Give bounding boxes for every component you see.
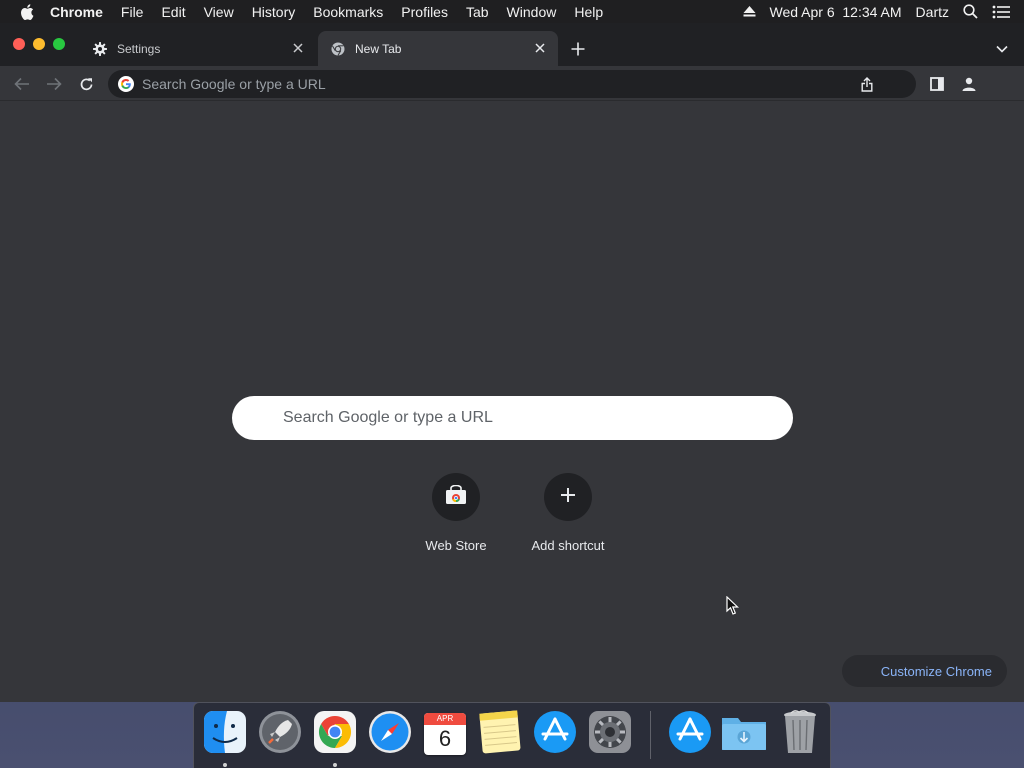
app-store-icon	[668, 710, 712, 759]
new-tab-button[interactable]	[568, 39, 588, 59]
control-center-icon[interactable]	[992, 5, 1010, 19]
dock-calendar[interactable]: APR 6	[422, 711, 468, 757]
dock-app-store-2[interactable]	[667, 710, 713, 759]
ntp-search-input[interactable]	[283, 409, 793, 427]
menu-edit[interactable]: Edit	[161, 4, 185, 20]
dock-separator	[650, 711, 651, 759]
forward-button[interactable]	[43, 73, 65, 95]
chrome-icon	[313, 710, 357, 759]
web-store-icon	[445, 484, 467, 510]
menu-window[interactable]: Window	[507, 4, 557, 20]
menu-bookmarks[interactable]: Bookmarks	[313, 4, 383, 20]
window-close-button[interactable]	[13, 38, 25, 50]
dock-notes[interactable]	[477, 709, 523, 759]
menu-file[interactable]: File	[121, 4, 144, 20]
profile-avatar-icon[interactable]	[958, 73, 980, 95]
apple-menu-icon[interactable]	[20, 3, 34, 20]
shortcut-web-store[interactable]: Web Store	[400, 473, 512, 563]
chrome-icon	[330, 41, 346, 57]
ntp-search-box[interactable]	[232, 396, 793, 440]
back-button[interactable]	[11, 73, 33, 95]
dock-safari[interactable]	[367, 710, 413, 759]
shortcut-label: Web Store	[425, 538, 487, 553]
share-icon[interactable]	[858, 75, 876, 93]
close-tab-icon[interactable]	[532, 40, 548, 56]
menu-profiles[interactable]: Profiles	[401, 4, 448, 20]
reload-button[interactable]	[75, 73, 97, 95]
window-minimize-button[interactable]	[33, 38, 45, 50]
dock-chrome[interactable]	[312, 710, 358, 759]
omnibox[interactable]	[108, 70, 916, 98]
omnibox-input[interactable]	[142, 76, 858, 92]
shortcut-add[interactable]: Add shortcut	[512, 473, 624, 563]
close-tab-icon[interactable]	[290, 40, 306, 56]
tab-new-tab[interactable]: New Tab	[318, 31, 558, 66]
plus-icon	[560, 487, 576, 508]
shortcut-tile[interactable]	[544, 473, 592, 521]
dock-downloads[interactable]	[721, 711, 767, 757]
menu-tab[interactable]: Tab	[466, 4, 489, 20]
menubar-clock[interactable]: Wed Apr 6 12:34 AM	[770, 4, 902, 20]
dock-launchpad[interactable]	[257, 710, 303, 759]
dock-finder[interactable]	[202, 710, 248, 759]
calendar-day: 6	[438, 726, 452, 751]
shortcut-label: Add shortcut	[531, 538, 605, 553]
finder-icon	[203, 710, 247, 759]
menu-view[interactable]: View	[204, 4, 234, 20]
menu-app-name[interactable]: Chrome	[50, 4, 103, 20]
menu-help[interactable]: Help	[574, 4, 603, 20]
customize-chrome-button[interactable]: Customize Chrome	[842, 655, 1007, 687]
shortcut-tile[interactable]	[432, 473, 480, 521]
system-preferences-icon	[588, 710, 632, 759]
chevron-down-icon[interactable]	[994, 41, 1010, 57]
window-zoom-button[interactable]	[53, 38, 65, 50]
eject-icon[interactable]	[743, 6, 756, 17]
mouse-cursor-icon	[726, 595, 740, 616]
dock-system-preferences[interactable]	[587, 710, 633, 759]
downloads-folder-icon	[720, 712, 768, 757]
menu-history[interactable]: History	[252, 4, 296, 20]
menubar-user[interactable]: Dartz	[916, 4, 949, 20]
safari-icon	[368, 710, 412, 759]
dock-app-store[interactable]	[532, 710, 578, 759]
tab-settings[interactable]: Settings	[80, 31, 316, 66]
dock-trash[interactable]	[777, 709, 823, 760]
spotlight-search-icon[interactable]	[963, 4, 978, 19]
tab-label: New Tab	[355, 41, 402, 56]
calendar-icon: APR 6	[424, 713, 466, 755]
app-store-icon	[533, 710, 577, 759]
new-tab-page: Web Store Add shortcut Customize Chrome	[0, 102, 1024, 702]
trash-icon	[781, 709, 819, 760]
notes-icon	[479, 709, 521, 759]
running-indicator	[333, 763, 337, 767]
gear-icon	[92, 41, 108, 57]
google-icon	[118, 76, 134, 92]
tab-strip: Settings New Tab	[0, 23, 1024, 66]
customize-chrome-label: Customize Chrome	[880, 663, 992, 679]
tab-label: Settings	[117, 41, 161, 56]
chrome-window: Settings New Tab Search Google or type a…	[0, 23, 1024, 702]
calendar-month: APR	[436, 714, 454, 723]
side-panel-icon[interactable]	[926, 73, 948, 95]
menu-bar: Chrome File Edit View History Bookmarks …	[0, 0, 1024, 23]
toolbar	[0, 66, 1024, 101]
dock: APR 6	[193, 702, 831, 768]
launchpad-icon	[258, 710, 302, 759]
running-indicator	[223, 763, 227, 767]
